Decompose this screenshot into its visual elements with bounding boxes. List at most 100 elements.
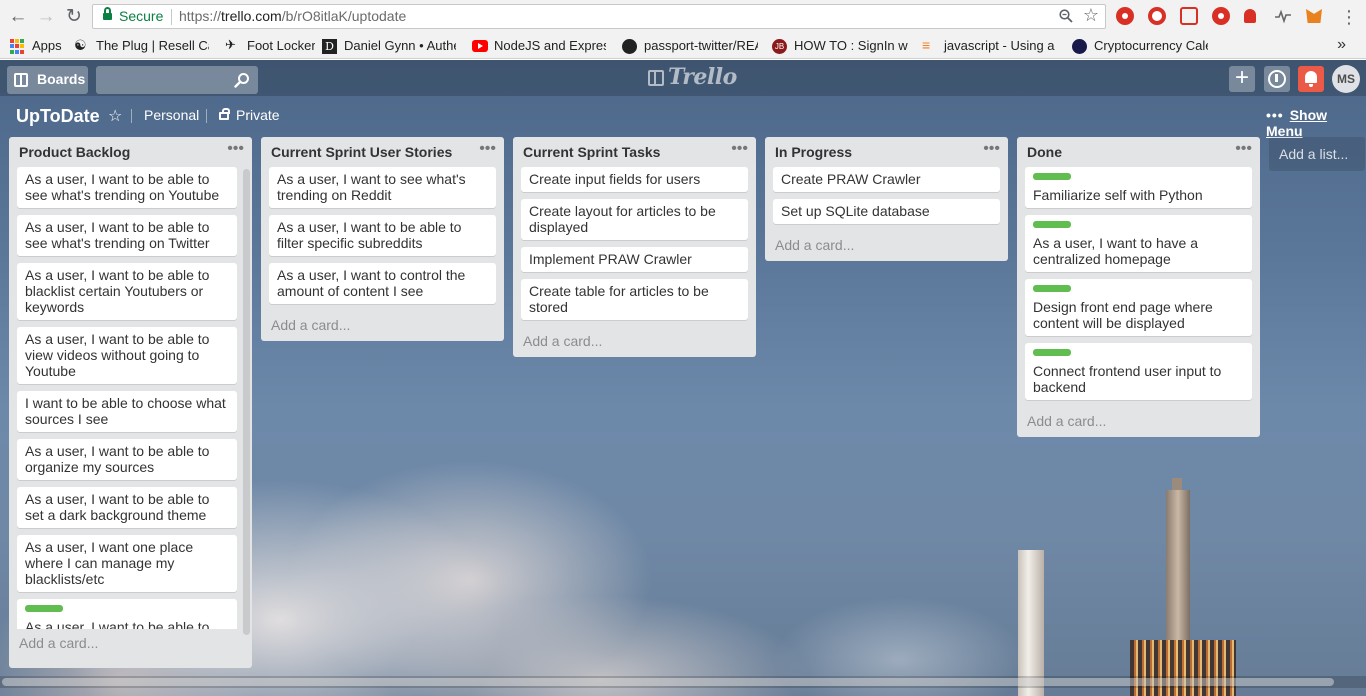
address-divider <box>171 9 172 25</box>
card[interactable]: As a user, I want to be able to set a da… <box>17 487 237 528</box>
trello-header: Boards Trello + MS <box>0 60 1366 96</box>
card-title: As a user, I want to be able to organize… <box>25 443 210 475</box>
card[interactable]: As a user, I want to control the amount … <box>269 263 496 304</box>
bookmark-apps[interactable]: Apps <box>10 37 70 55</box>
bookmark-cryptocurrency-calendar[interactable]: Cryptocurrency Calen <box>1072 37 1208 55</box>
card-title: As a user, I want to be able to view vid… <box>25 331 210 379</box>
bookmark-star-icon[interactable]: ☆ <box>1083 5 1099 26</box>
back-arrow-icon[interactable]: ← <box>7 6 29 28</box>
list-title[interactable]: In Progress <box>775 144 852 160</box>
zoom-icon[interactable] <box>1059 9 1073 23</box>
green-label <box>1033 285 1071 292</box>
add-card-button[interactable]: Add a card... <box>9 629 252 659</box>
list-in-progress: In Progress ••• Create PRAW Crawler Set u… <box>765 137 1008 261</box>
list-header[interactable]: In Progress ••• <box>765 137 1008 167</box>
card[interactable]: I want to be able to choose what sources… <box>17 391 237 432</box>
list-title[interactable]: Current Sprint User Stories <box>271 144 452 160</box>
board-horizontal-scrollbar[interactable] <box>0 676 1366 688</box>
list-title[interactable]: Done <box>1027 144 1062 160</box>
card[interactable]: Design front end page where content will… <box>1025 279 1252 336</box>
team-label[interactable]: Personal <box>144 107 199 123</box>
boards-button[interactable]: Boards <box>7 66 88 94</box>
add-card-button[interactable]: Add a card... <box>765 231 1008 261</box>
create-button[interactable]: + <box>1229 66 1255 92</box>
bookmark-how-to-signin[interactable]: JB HOW TO : SignIn with <box>772 37 908 55</box>
card[interactable]: Connect frontend user input to backend <box>1025 343 1252 400</box>
list-menu-icon[interactable]: ••• <box>983 140 1000 158</box>
secure-lock-icon <box>103 7 112 21</box>
bookmark-foot-locker[interactable]: ✈ Foot Locker <box>225 37 315 55</box>
search-field[interactable] <box>96 66 258 94</box>
pulse-extension-icon[interactable] <box>1274 7 1292 25</box>
opera-extension-icon[interactable] <box>1148 7 1166 25</box>
list-header[interactable]: Product Backlog ••• <box>9 137 252 167</box>
card[interactable]: As a user, I want to see what's trending… <box>269 167 496 208</box>
card-title: Connect frontend user input to backend <box>1033 363 1222 395</box>
card[interactable]: Familiarize self with Python <box>1025 167 1252 208</box>
bookmark-the-plug[interactable]: ☯ The Plug | Resell Cart <box>74 37 209 55</box>
list-scrollbar[interactable] <box>243 169 250 635</box>
board-header: UpToDate ☆ Personal Private ••• Show Menu <box>0 100 1366 139</box>
card[interactable]: As a user, I want to be able to view vid… <box>17 327 237 384</box>
card-title: I want to be able to choose what sources… <box>25 395 226 427</box>
list-header[interactable]: Done ••• <box>1017 137 1260 167</box>
card[interactable]: Create table for articles to be stored <box>521 279 748 320</box>
extension-icon-4[interactable] <box>1212 7 1230 25</box>
search-input[interactable] <box>96 66 226 94</box>
list-title[interactable]: Product Backlog <box>19 144 130 160</box>
card[interactable]: As a user, I want to be able to filter s… <box>269 215 496 256</box>
card[interactable]: As a user, I want to have a centralized … <box>1025 215 1252 272</box>
card[interactable]: Create input fields for users <box>521 167 748 192</box>
menu-dots-icon: ••• <box>1266 107 1284 123</box>
card[interactable]: Create PRAW Crawler <box>773 167 1000 192</box>
list-header[interactable]: Current Sprint Tasks ••• <box>513 137 756 167</box>
add-list-button[interactable]: Add a list... <box>1269 137 1365 171</box>
list-menu-icon[interactable]: ••• <box>731 140 748 158</box>
card-title: As a user, I want to be able to blacklis… <box>25 267 210 315</box>
add-card-button[interactable]: Add a card... <box>1017 407 1260 437</box>
bookmarks-overflow-chevron-icon[interactable]: » <box>1337 36 1346 54</box>
notifications-button[interactable] <box>1298 66 1324 92</box>
extension-icon-3[interactable] <box>1180 7 1198 25</box>
card[interactable]: As a user, I want to be able to see what… <box>17 215 237 256</box>
search-icon[interactable] <box>234 72 250 88</box>
bookmarks-bar: Apps ☯ The Plug | Resell Cart ✈ Foot Loc… <box>0 33 1366 59</box>
chrome-menu-icon[interactable]: ⋮ <box>1338 6 1360 28</box>
metamask-fox-icon[interactable] <box>1306 9 1322 23</box>
extension-icon-5[interactable] <box>1244 9 1256 23</box>
avatar[interactable]: MS <box>1332 65 1360 93</box>
card-list: As a user, I want to see what's trending… <box>261 167 504 304</box>
card[interactable]: As a user, I want to be able to blacklis… <box>17 263 237 320</box>
list-menu-icon[interactable]: ••• <box>479 140 496 158</box>
card-title: As a user, I want to be able to switch b… <box>25 619 210 629</box>
card[interactable]: As a user, I want to be able to see what… <box>17 167 237 208</box>
card[interactable]: Create layout for articles to be display… <box>521 199 748 240</box>
list-menu-icon[interactable]: ••• <box>227 140 244 158</box>
address-bar[interactable]: Secure https://trello.com/b/rO8itlaK/upt… <box>92 4 1106 29</box>
bookmark-passport-twitter[interactable]: passport-twitter/REA <box>622 37 758 55</box>
card-title: Set up SQLite database <box>781 203 930 219</box>
board-title[interactable]: UpToDate <box>16 106 100 127</box>
scrollbar-thumb[interactable] <box>2 678 1334 686</box>
url-text[interactable]: https://trello.com/b/rO8itlaK/uptodate <box>179 8 406 24</box>
list-menu-icon[interactable]: ••• <box>1235 140 1252 158</box>
card[interactable]: As a user, I want one place where I can … <box>17 535 237 592</box>
card[interactable]: As a user, I want to be able to organize… <box>17 439 237 480</box>
list-title[interactable]: Current Sprint Tasks <box>523 144 660 160</box>
list-header[interactable]: Current Sprint User Stories ••• <box>261 137 504 167</box>
add-card-button[interactable]: Add a card... <box>261 311 504 341</box>
bookmark-javascript-using[interactable]: ≡ javascript - Using a N <box>922 37 1058 55</box>
card[interactable]: Set up SQLite database <box>773 199 1000 224</box>
card[interactable]: Implement PRAW Crawler <box>521 247 748 272</box>
star-board-icon[interactable]: ☆ <box>108 106 122 126</box>
info-button[interactable] <box>1264 66 1290 92</box>
forward-arrow-icon[interactable]: → <box>35 6 57 28</box>
card[interactable]: As a user, I want to be able to switch b… <box>17 599 237 629</box>
bookmark-nodejs-expressjs[interactable]: NodeJS and ExpressJS <box>472 37 606 55</box>
reload-icon[interactable]: ↻ <box>63 6 85 28</box>
visibility-label[interactable]: Private <box>236 107 280 123</box>
bookmark-daniel-gynn[interactable]: D Daniel Gynn • Authen <box>322 37 456 55</box>
show-menu-button[interactable]: ••• Show Menu <box>1266 107 1366 139</box>
extension-icon-1[interactable] <box>1116 7 1134 25</box>
add-card-button[interactable]: Add a card... <box>513 327 756 357</box>
